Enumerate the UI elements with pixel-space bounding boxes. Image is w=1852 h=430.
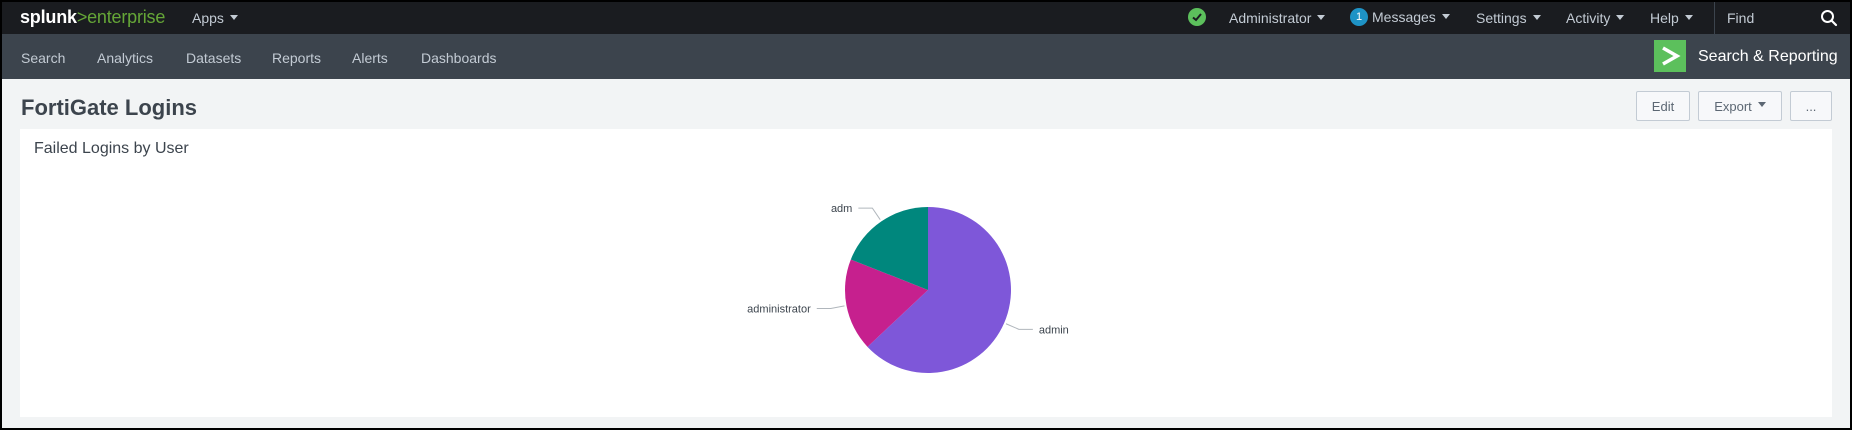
page-title: FortiGate Logins — [21, 95, 197, 120]
logo-splunk-text: splunk — [20, 7, 77, 27]
settings-menu[interactable]: Settings — [1476, 10, 1541, 26]
export-button[interactable]: Export — [1698, 91, 1782, 121]
activity-menu-label: Activity — [1566, 10, 1611, 26]
messages-menu[interactable]: 1 Messages — [1350, 8, 1450, 27]
pie-leader-line-administrator — [816, 305, 845, 310]
caret-down-icon — [1532, 14, 1541, 20]
pie-label-admin: admin — [1039, 324, 1069, 336]
caret-down-icon — [1616, 14, 1625, 20]
user-menu[interactable]: Administrator — [1229, 10, 1326, 26]
pie-label-administrator: administrator — [747, 304, 811, 316]
nav-item-reports[interactable]: Reports — [272, 50, 321, 66]
apps-menu[interactable]: Apps — [192, 10, 238, 26]
search-icon[interactable] — [1820, 9, 1838, 30]
more-actions-button[interactable]: ... — [1790, 91, 1832, 121]
caret-down-icon — [1441, 13, 1450, 19]
pie-leader-line-admin — [1005, 323, 1033, 330]
app-nav-bar: Search Analytics Datasets Reports Alerts… — [2, 34, 1850, 79]
pie-label-adm: adm — [831, 203, 852, 215]
messages-menu-label: Messages — [1372, 9, 1436, 25]
app-name[interactable]: Search & Reporting — [1698, 48, 1838, 66]
nav-item-dashboards[interactable]: Dashboards — [421, 50, 497, 66]
settings-menu-label: Settings — [1476, 10, 1527, 26]
activity-menu[interactable]: Activity — [1566, 10, 1625, 26]
logo-gt-text: > — [76, 7, 88, 27]
help-menu-label: Help — [1650, 10, 1679, 26]
help-menu[interactable]: Help — [1650, 10, 1693, 26]
user-menu-label: Administrator — [1229, 10, 1312, 26]
logo-enterprise-text: enterprise — [87, 7, 166, 27]
edit-button[interactable]: Edit — [1636, 91, 1690, 121]
apps-menu-label: Apps — [192, 10, 224, 26]
top-bar: splunk>enterprise Apps Administrator 1 Me… — [2, 2, 1850, 34]
more-actions-label: ... — [1805, 98, 1817, 114]
find-box — [1714, 2, 1850, 34]
edit-button-label: Edit — [1651, 98, 1675, 114]
find-input[interactable] — [1727, 10, 1817, 26]
nav-item-alerts[interactable]: Alerts — [352, 50, 388, 66]
nav-item-search[interactable]: Search — [21, 50, 65, 66]
chevron-right-icon[interactable] — [1654, 40, 1686, 72]
splunk-logo[interactable]: splunk>enterprise — [20, 7, 165, 28]
caret-down-icon — [1757, 101, 1766, 107]
export-button-label: Export — [1714, 98, 1752, 114]
pie-chart: admin administrator adm — [747, 203, 1069, 373]
caret-down-icon — [1317, 14, 1326, 20]
nav-item-datasets[interactable]: Datasets — [186, 50, 241, 66]
nav-item-analytics[interactable]: Analytics — [97, 50, 153, 66]
dashboard-panel: Failed Logins by User admin administrator… — [20, 129, 1832, 417]
pie-leader-line-adm — [858, 207, 881, 220]
messages-count-badge: 1 — [1350, 8, 1368, 27]
check-circle-icon[interactable] — [1188, 8, 1206, 26]
caret-down-icon — [229, 14, 238, 20]
caret-down-icon — [1684, 14, 1693, 20]
